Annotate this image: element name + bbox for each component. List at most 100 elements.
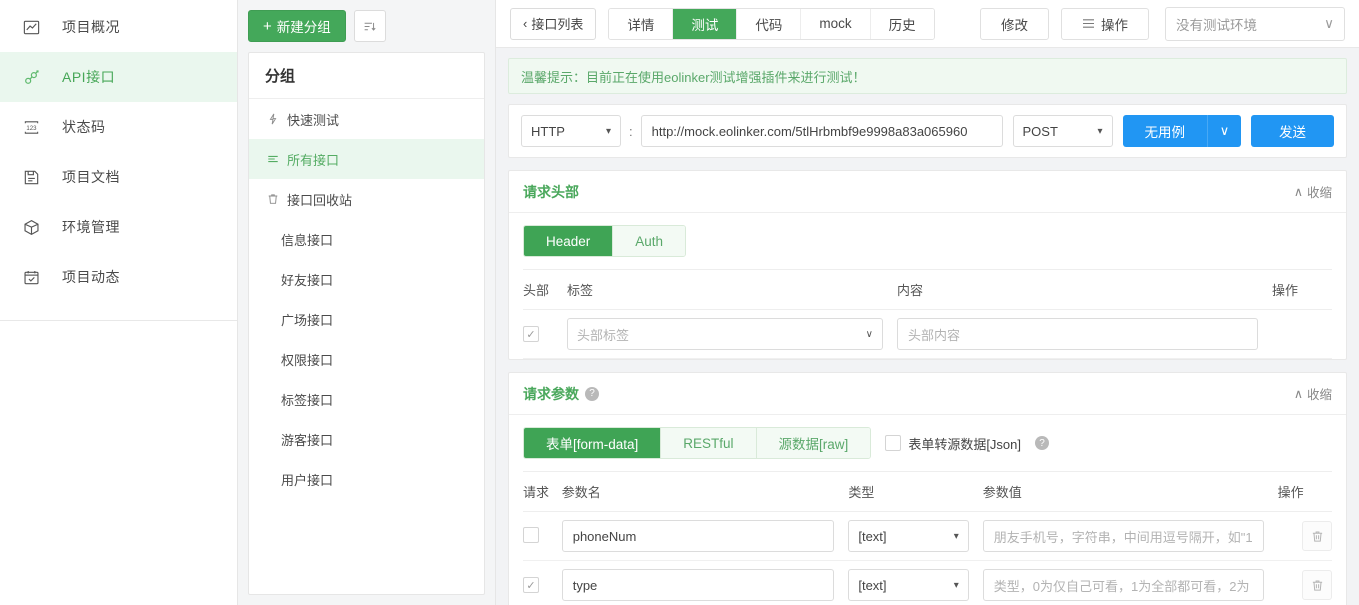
group-sub-item[interactable]: 游客接口 xyxy=(249,419,484,459)
sidebar-item-project-overview[interactable]: 项目概况 xyxy=(0,2,237,52)
back-to-api-list-button[interactable]: ‹ 接口列表 xyxy=(510,7,597,40)
group-row-quick-test[interactable]: 快速测试 xyxy=(249,99,484,139)
tab-auth[interactable]: Auth xyxy=(613,226,686,256)
trash-icon xyxy=(265,193,281,205)
delete-param-button[interactable] xyxy=(1302,521,1332,551)
chevron-up-icon: ∧ xyxy=(1293,185,1303,199)
col-header-content: 内容 xyxy=(897,269,1272,310)
hamburger-icon xyxy=(1082,18,1095,29)
header-label-select[interactable]: 头部标签 ∨ xyxy=(567,318,883,350)
request-header-table: 头部 标签 内容 操作 ✓ 头部标签 ∨ 头部内容 xyxy=(523,269,1332,359)
form-to-json-checkbox[interactable]: 表单转源数据[Json] xyxy=(885,434,1021,453)
test-environment-select[interactable]: 没有测试环境 ∨ xyxy=(1165,6,1345,41)
param-value-input[interactable]: 类型，0为仅自己可看，1为全部都可看，2为 xyxy=(982,569,1264,601)
test-panel-scroll[interactable]: 温馨提示：目前正在使用eolinker测试增强插件来进行测试！ HTTP ▾ :… xyxy=(496,48,1359,605)
group-sub-item[interactable]: 用户接口 xyxy=(249,459,484,499)
param-row-checkbox[interactable]: ✓ xyxy=(523,577,539,594)
tab-mock[interactable]: mock xyxy=(801,8,871,39)
param-row-type-cell: [text] ▾ xyxy=(848,511,983,561)
param-name-value: type xyxy=(572,577,598,593)
header-row-label-cell: 头部标签 ∨ xyxy=(567,309,897,359)
sidebar-item-project-doc[interactable]: 项目文档 xyxy=(0,152,237,202)
tab-label: 详情 xyxy=(627,17,655,33)
table-header-row: 请求 参数名 类型 参数值 操作 xyxy=(523,471,1332,512)
sort-icon[interactable] xyxy=(353,10,386,42)
chevron-down-icon: ▾ xyxy=(1097,125,1103,137)
group-sub-item[interactable]: 标签接口 xyxy=(249,379,484,419)
group-sub-item[interactable]: 广场接口 xyxy=(249,299,484,339)
param-type-select[interactable]: [text] ▾ xyxy=(848,569,969,601)
tab-label: Auth xyxy=(635,233,664,249)
delete-param-button[interactable] xyxy=(1302,570,1332,600)
sidebar-item-project-activity[interactable]: 项目动态 xyxy=(0,252,237,302)
param-type-value: [text] xyxy=(858,577,887,593)
param-row-name-cell: phoneNum xyxy=(561,511,849,561)
send-button-label: 发送 xyxy=(1279,125,1306,140)
group-sub-item[interactable]: 信息接口 xyxy=(249,219,484,259)
param-row-checkbox[interactable] xyxy=(523,526,539,543)
tab-label: 源数据[raw] xyxy=(778,437,849,452)
lightning-icon xyxy=(265,113,281,125)
tab-label: Header xyxy=(546,233,591,249)
http-method-select[interactable]: POST ▾ xyxy=(1012,115,1113,147)
help-icon[interactable]: ? xyxy=(1035,436,1049,450)
method-value: POST xyxy=(1022,123,1058,139)
tab-label: RESTful xyxy=(683,435,734,451)
collapse-label: 收缩 xyxy=(1306,186,1332,200)
modify-button[interactable]: 修改 xyxy=(980,7,1049,40)
request-params-collapse-toggle[interactable]: ∧ 收缩 xyxy=(1294,384,1332,403)
header-row-content-cell: 头部内容 xyxy=(897,309,1272,359)
tab-label: 测试 xyxy=(691,17,719,33)
param-name-input[interactable]: type xyxy=(561,569,835,601)
group-row-recycle-bin[interactable]: 接口回收站 xyxy=(249,179,484,219)
checkbox-box xyxy=(885,435,902,451)
url-input[interactable]: http://mock.eolinker.com/5tlHrbmbf9e9998… xyxy=(640,115,1003,147)
action-button[interactable]: 操作 xyxy=(1061,7,1149,40)
tab-restful[interactable]: RESTful xyxy=(661,428,757,458)
param-name-value: phoneNum xyxy=(572,528,637,544)
top-toolbar: ‹ 接口列表 详情 测试 代码 mock 历史 修改 操作 没有测试环境 ∨ xyxy=(496,0,1359,48)
param-type-select[interactable]: [text] ▾ xyxy=(848,520,969,552)
protocol-select[interactable]: HTTP ▾ xyxy=(521,115,621,147)
tab-code[interactable]: 代码 xyxy=(737,8,802,39)
request-header-card-head: 请求头部 ∧ 收缩 xyxy=(509,171,1346,213)
tab-header[interactable]: Header xyxy=(524,226,614,256)
group-row-all-apis[interactable]: 所有接口 xyxy=(249,139,484,179)
header-content-input[interactable]: 头部内容 xyxy=(897,318,1258,350)
tab-label: mock xyxy=(819,16,852,31)
param-row-value-cell: 类型，0为仅自己可看，1为全部都可看，2为 xyxy=(982,560,1278,605)
request-header-card: 请求头部 ∧ 收缩 Header Auth 头部 标签 内容 操作 ✓ 头部标签… xyxy=(508,170,1347,360)
header-row-checkbox[interactable]: ✓ xyxy=(523,326,539,343)
request-header-collapse-toggle[interactable]: ∧ 收缩 xyxy=(1294,182,1332,201)
request-params-title: 请求参数 xyxy=(523,385,579,402)
tab-detail[interactable]: 详情 xyxy=(609,8,674,39)
sidebar-item-environment[interactable]: 环境管理 xyxy=(0,202,237,252)
tip-banner: 温馨提示：目前正在使用eolinker测试增强插件来进行测试！ xyxy=(508,58,1347,94)
main-area: ‹ 接口列表 详情 测试 代码 mock 历史 修改 操作 没有测试环境 ∨ 温… xyxy=(496,0,1359,605)
param-name-input[interactable]: phoneNum xyxy=(561,520,835,552)
document-icon xyxy=(20,166,42,188)
sidebar-item-status-code[interactable]: 123 状态码 xyxy=(0,102,237,152)
params-mode-tabs: 表单[form-data] RESTful 源数据[raw] xyxy=(523,427,872,459)
param-value-input[interactable]: 朋友手机号，字符串，中间用逗号隔开，如"1 xyxy=(982,520,1264,552)
use-case-button[interactable]: 无用例 xyxy=(1122,115,1207,147)
header-auth-tabs: Header Auth xyxy=(523,225,687,257)
tab-form-data[interactable]: 表单[form-data] xyxy=(524,428,662,458)
tab-raw[interactable]: 源数据[raw] xyxy=(756,428,871,458)
group-sub-item[interactable]: 权限接口 xyxy=(249,339,484,379)
help-icon[interactable]: ? xyxy=(585,386,599,401)
new-group-button[interactable]: + 新建分组 xyxy=(248,10,346,42)
sidebar-item-api[interactable]: API接口 xyxy=(0,52,237,102)
back-button-label: 接口列表 xyxy=(531,17,584,32)
group-sub-item[interactable]: 好友接口 xyxy=(249,259,484,299)
api-link-icon xyxy=(20,66,42,88)
param-row-checkbox-cell: ✓ xyxy=(523,560,562,605)
send-button[interactable]: 发送 xyxy=(1251,115,1334,147)
group-card: 分组 快速测试 所有接口 接口回收站 信息接口 好友接口 广场接口 权限接口 标… xyxy=(248,52,485,595)
group-sub-label: 权限接口 xyxy=(281,352,334,368)
use-case-dropdown-button[interactable]: ∨ xyxy=(1207,115,1241,147)
tab-history[interactable]: 历史 xyxy=(870,8,934,39)
tab-test[interactable]: 测试 xyxy=(673,8,738,39)
status-code-icon: 123 xyxy=(20,116,42,138)
tab-label: 表单[form-data] xyxy=(546,437,639,452)
